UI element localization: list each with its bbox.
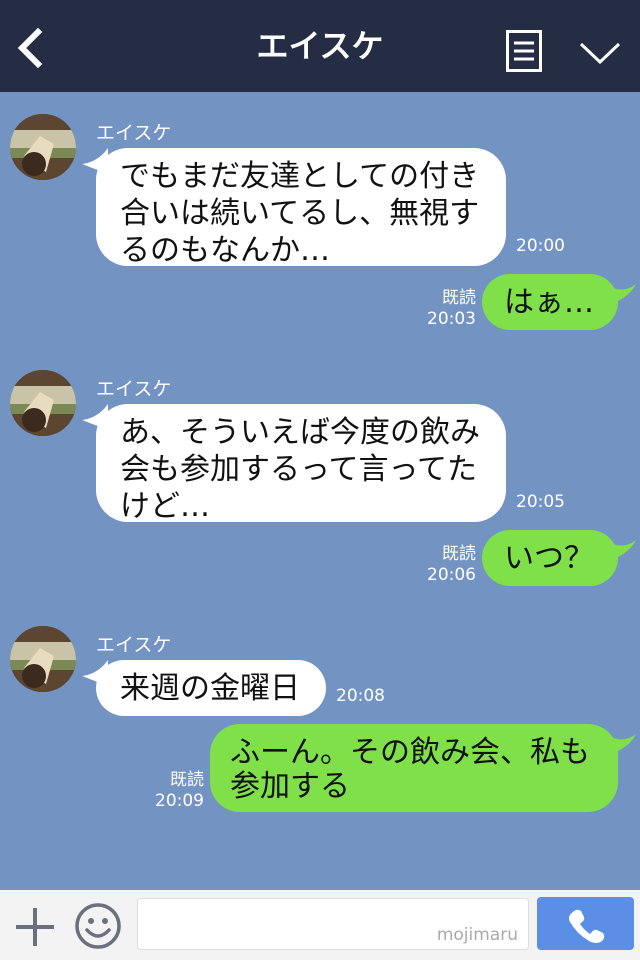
- message-bubble-outgoing[interactable]: ふーん。その飲み会、私も参加する: [210, 724, 618, 812]
- sender-name: エイスケ: [96, 122, 172, 144]
- phone-icon: [569, 909, 605, 943]
- plus-icon: [16, 908, 54, 946]
- message-time: 20:05: [516, 492, 565, 512]
- read-receipt: 既読 20:06: [416, 544, 476, 586]
- sender-name: エイスケ: [96, 378, 172, 400]
- avatar[interactable]: [10, 370, 76, 436]
- message-input[interactable]: mojimaru: [137, 898, 529, 950]
- add-button[interactable]: [14, 906, 56, 948]
- bubble-tail: [604, 732, 636, 756]
- bubble-tail: [604, 282, 636, 306]
- message-time: 20:06: [427, 565, 476, 585]
- collapse-button[interactable]: [578, 36, 622, 68]
- message-bubble-outgoing[interactable]: はぁ…: [482, 274, 618, 330]
- read-receipt: 既読 20:09: [142, 770, 204, 812]
- menu-button[interactable]: [506, 30, 542, 72]
- bubble-tail: [604, 538, 636, 562]
- read-status: 既読: [170, 770, 204, 790]
- smiley-icon: [75, 903, 121, 949]
- message-time: 20:09: [155, 791, 204, 811]
- read-status: 既読: [442, 288, 476, 308]
- menu-icon: [506, 30, 542, 72]
- read-status: 既読: [442, 544, 476, 564]
- avatar[interactable]: [10, 626, 76, 692]
- message-time: 20:00: [516, 236, 565, 256]
- read-receipt: 既読 20:03: [416, 288, 476, 330]
- avatar[interactable]: [10, 114, 76, 180]
- avatar-image: [10, 114, 76, 180]
- message-bubble-outgoing[interactable]: いつ？: [482, 530, 618, 586]
- message-bubble-incoming[interactable]: 来週の金曜日: [96, 660, 326, 716]
- message-bubble-incoming[interactable]: でもまだ友達としての付き合いは続いてるし、無視するのもなんか…: [96, 148, 506, 268]
- call-button[interactable]: [537, 897, 634, 950]
- chevron-down-icon: [579, 42, 621, 65]
- sender-name: エイスケ: [96, 634, 172, 656]
- avatar-image: [10, 370, 76, 436]
- chat-header: エイスケ: [0, 0, 640, 92]
- message-bubble-incoming[interactable]: あ、そういえば今度の飲み会も参加するって言ってたけど…: [96, 404, 506, 524]
- message-time: 20:03: [427, 309, 476, 329]
- watermark-text: mojimaru: [436, 925, 518, 945]
- back-arrow-icon: [17, 27, 43, 69]
- message-time: 20:08: [336, 686, 385, 706]
- chat-title: エイスケ: [256, 27, 384, 65]
- sticker-button[interactable]: [74, 902, 122, 950]
- input-bar: mojimaru: [0, 890, 640, 960]
- chat-area[interactable]: エイスケ でもまだ友達としての付き合いは続いてるし、無視するのもなんか… 20:…: [0, 92, 640, 890]
- avatar-image: [10, 626, 76, 692]
- back-button[interactable]: [14, 27, 50, 69]
